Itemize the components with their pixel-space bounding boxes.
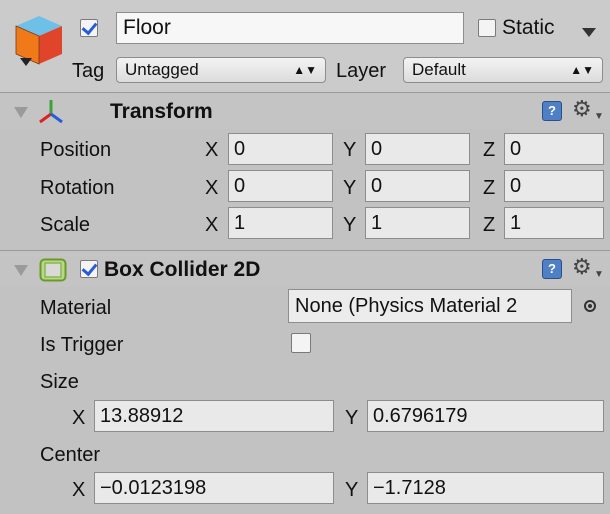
tag-value: Untagged xyxy=(125,60,199,79)
scale-z-field[interactable]: 1 xyxy=(504,207,604,239)
position-y-field[interactable]: 0 xyxy=(365,133,470,165)
size-y-field[interactable]: 0.6796179 xyxy=(367,400,604,432)
axis-z-label[interactable]: Z xyxy=(483,138,495,162)
chevron-down-icon[interactable]: ▼ xyxy=(594,270,604,280)
size-label: Size xyxy=(40,371,79,393)
box-collider-header[interactable]: Box Collider 2D ? ⚙ ▼ xyxy=(0,250,610,287)
box-collider-title: Box Collider 2D xyxy=(104,258,261,281)
axis-z-label[interactable]: Z xyxy=(483,213,495,237)
updown-arrows-icon: ▲▼ xyxy=(293,63,317,77)
axis-x-label[interactable]: X xyxy=(205,176,218,200)
is-trigger-label: Is Trigger xyxy=(40,334,124,356)
updown-arrows-icon: ▲▼ xyxy=(570,63,594,77)
center-label: Center xyxy=(40,444,101,466)
rotation-x-field[interactable]: 0 xyxy=(228,170,333,202)
layer-value: Default xyxy=(412,60,466,79)
tag-dropdown[interactable]: Untagged ▲▼ xyxy=(116,57,326,83)
gear-icon[interactable]: ⚙ xyxy=(572,256,592,278)
axis-y-label[interactable]: Y xyxy=(345,406,358,430)
chevron-down-icon[interactable]: ▼ xyxy=(594,112,604,122)
axis-x-label[interactable]: X xyxy=(205,138,218,162)
tag-label: Tag xyxy=(72,60,105,82)
layer-dropdown[interactable]: Default ▲▼ xyxy=(403,57,603,83)
gameobject-header: Floor Static Tag Untagged ▲▼ Layer Defau… xyxy=(0,0,610,92)
center-x-field[interactable]: −0.0123198 xyxy=(94,472,334,504)
box-collider-icon xyxy=(39,258,67,282)
scale-label: Scale xyxy=(40,214,91,236)
rotation-z-field[interactable]: 0 xyxy=(504,170,604,202)
transform-title: Transform xyxy=(110,100,213,123)
material-field[interactable]: None (Physics Material 2 xyxy=(288,289,572,323)
axis-x-label[interactable]: X xyxy=(205,213,218,237)
material-label: Material xyxy=(40,297,112,319)
axis-y-label[interactable]: Y xyxy=(345,478,358,502)
enabled-checkbox[interactable] xyxy=(80,260,98,278)
active-checkbox[interactable] xyxy=(80,19,98,37)
is-trigger-checkbox[interactable] xyxy=(291,333,311,353)
position-x-field[interactable]: 0 xyxy=(228,133,333,165)
size-x-field[interactable]: 13.88912 xyxy=(94,400,334,432)
help-icon[interactable]: ? xyxy=(542,101,562,121)
object-picker-icon[interactable] xyxy=(584,300,596,312)
axis-z-label[interactable]: Z xyxy=(483,176,495,200)
help-icon[interactable]: ? xyxy=(542,259,562,279)
position-label: Position xyxy=(40,139,112,161)
chevron-down-icon[interactable] xyxy=(20,58,32,66)
transform-axes-icon xyxy=(39,100,63,124)
inspector-panel: Floor Static Tag Untagged ▲▼ Layer Defau… xyxy=(0,0,610,514)
static-checkbox[interactable] xyxy=(478,19,496,37)
object-name-field[interactable]: Floor xyxy=(116,12,464,44)
axis-x-label[interactable]: X xyxy=(72,478,85,502)
gear-icon[interactable]: ⚙ xyxy=(572,98,592,120)
axis-x-label[interactable]: X xyxy=(72,406,85,430)
position-z-field[interactable]: 0 xyxy=(504,133,604,165)
center-y-field[interactable]: −1.7128 xyxy=(367,472,604,504)
foldout-arrow-icon[interactable] xyxy=(14,107,28,118)
axis-y-label[interactable]: Y xyxy=(343,176,356,200)
axis-y-label[interactable]: Y xyxy=(343,213,356,237)
layer-label: Layer xyxy=(336,60,387,82)
axis-y-label[interactable]: Y xyxy=(343,138,356,162)
static-dropdown-arrow-icon[interactable] xyxy=(582,28,596,37)
rotation-y-field[interactable]: 0 xyxy=(365,170,470,202)
scale-x-field[interactable]: 1 xyxy=(228,207,333,239)
rotation-label: Rotation xyxy=(40,177,115,199)
static-label: Static xyxy=(502,16,555,39)
scale-y-field[interactable]: 1 xyxy=(365,207,470,239)
transform-header[interactable]: Transform ? ⚙ ▼ xyxy=(0,92,610,129)
foldout-arrow-icon[interactable] xyxy=(14,265,28,276)
